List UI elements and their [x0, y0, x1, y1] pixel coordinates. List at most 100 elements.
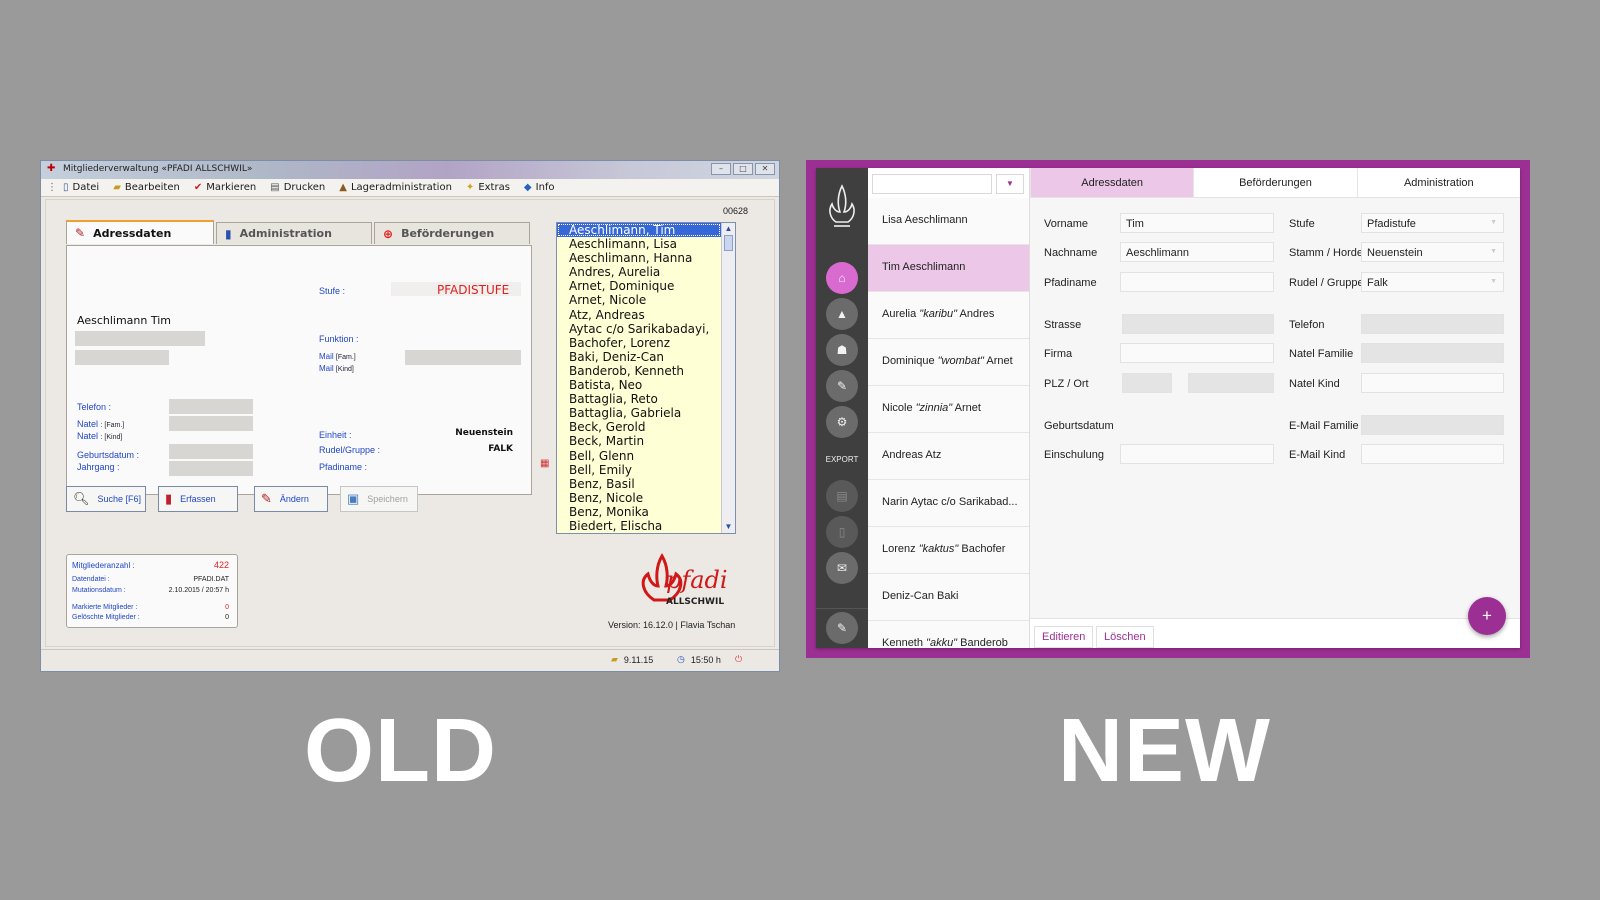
natel-kind-field[interactable]: [1361, 373, 1504, 393]
ort-field[interactable]: [1188, 373, 1274, 393]
member-list-item[interactable]: Benz, Monika: [557, 505, 721, 519]
einschulung-field[interactable]: [1120, 444, 1274, 464]
person-list-item[interactable]: Lorenz "kaktus" Bachofer: [868, 527, 1029, 574]
member-list-item[interactable]: Benz, Basil: [557, 477, 721, 491]
person-list-item[interactable]: Deniz-Can Baki: [868, 574, 1029, 621]
minimize-button[interactable]: –: [711, 163, 731, 175]
mail-icon[interactable]: ✉: [826, 552, 858, 584]
member-list-item[interactable]: Baki, Deniz-Can: [557, 350, 721, 364]
menu-item-bearbeiten[interactable]: ▰ Bearbeiten: [113, 182, 180, 193]
status-exit-icon[interactable]: ⏻: [735, 654, 748, 665]
strasse-field[interactable]: [1122, 314, 1274, 334]
nachname-field[interactable]: Aeschlimann: [1120, 242, 1274, 262]
person-list-item[interactable]: Aurelia "karibu" Andres: [868, 292, 1029, 339]
person-name: Tim Aeschlimann: [882, 261, 966, 273]
delete-button[interactable]: Löschen: [1096, 626, 1154, 648]
tab-administration[interactable]: Administration: [1356, 168, 1520, 197]
old-client-area: 00628 ✎ Adressdaten ▮ Administration ⊕ Befö…: [45, 199, 775, 647]
rudel-select[interactable]: Falk ▼: [1361, 272, 1504, 292]
city-field[interactable]: [75, 350, 169, 365]
member-list-scrollbar[interactable]: ▲ ▼: [721, 223, 735, 533]
person-list-item[interactable]: Dominique "wombat" Arnet: [868, 339, 1029, 386]
stamm-select[interactable]: Neuenstein ▼: [1361, 242, 1504, 262]
member-list-item[interactable]: Battaglia, Reto: [557, 392, 721, 406]
edit-button[interactable]: Editieren: [1034, 626, 1094, 648]
magic-wand-icon[interactable]: ✎: [826, 612, 858, 644]
scroll-thumb[interactable]: [724, 235, 733, 251]
maximize-button[interactable]: □: [733, 163, 753, 175]
street-field[interactable]: [75, 331, 205, 346]
pdf-export-icon[interactable]: ▤: [826, 480, 858, 512]
tab-befoerderungen[interactable]: ⊕ Beförderungen: [374, 222, 530, 244]
menu-item-markieren[interactable]: ✔ Markieren: [194, 182, 256, 193]
member-list-item[interactable]: Atz, Andreas: [557, 308, 721, 322]
email-familie-field[interactable]: [1361, 415, 1504, 435]
mail-field[interactable]: [405, 350, 521, 365]
member-list-item[interactable]: Beck, Martin: [557, 434, 721, 448]
plz-field[interactable]: [1122, 373, 1172, 393]
scroll-up-arrow-icon[interactable]: ▲: [722, 223, 735, 235]
speichern-button[interactable]: ▣ Speichern: [340, 486, 418, 512]
member-list-item[interactable]: Aeschlimann, Lisa: [557, 237, 721, 251]
member-list-item[interactable]: Bachofer, Lorenz: [557, 336, 721, 350]
menu-item-info[interactable]: ◆ Info: [524, 182, 555, 193]
member-list-item[interactable]: Batista, Neo: [557, 378, 721, 392]
member-list-item[interactable]: Biedert, Elischa: [557, 519, 721, 533]
member-list-item[interactable]: Aeschlimann, Hanna: [557, 251, 721, 265]
member-list-item[interactable]: Aeschlimann, Tim: [557, 223, 721, 238]
magic-wand-icon[interactable]: ✎: [826, 370, 858, 402]
telefon-label: Telefon :: [77, 402, 112, 412]
tab-befoerderungen[interactable]: Beförderungen: [1193, 168, 1357, 197]
menu-item-extras[interactable]: ✦ Extras: [466, 182, 510, 193]
email-kind-field[interactable]: [1361, 444, 1504, 464]
member-list-item[interactable]: Beck, Gerold: [557, 420, 721, 434]
group-icon[interactable]: ☗: [826, 334, 858, 366]
tab-adressdaten[interactable]: Adressdaten: [1030, 168, 1194, 197]
pdf-icon[interactable]: ▦: [540, 458, 549, 469]
member-list-item[interactable]: Benz, Nicole: [557, 491, 721, 505]
person-list-item[interactable]: Kenneth "akku" Banderob: [868, 621, 1029, 648]
geburtsdatum-field[interactable]: [169, 444, 253, 459]
vorname-field[interactable]: Tim: [1120, 213, 1274, 233]
tent-icon[interactable]: ▲: [826, 298, 858, 330]
member-list[interactable]: Aeschlimann, Tim Aeschlimann, Lisa Aeschli…: [556, 222, 736, 534]
natel-familie-field[interactable]: [1361, 343, 1504, 363]
member-list-item[interactable]: Arnet, Nicole: [557, 293, 721, 307]
erfassen-button[interactable]: ▮ Erfassen: [158, 486, 238, 512]
menu-item-drucken[interactable]: ▤ Drucken: [270, 182, 325, 193]
member-list-item[interactable]: Bell, Emily: [557, 463, 721, 477]
filter-icon[interactable]: ▼: [996, 174, 1024, 194]
person-list-item[interactable]: Tim Aeschlimann: [868, 245, 1029, 292]
person-list-item[interactable]: Narin Aytac c/o Sarikabad...: [868, 480, 1029, 527]
close-button[interactable]: ✕: [755, 163, 775, 175]
pfadiname-field[interactable]: [1120, 272, 1274, 292]
aendern-button[interactable]: ✎ Ändern: [254, 486, 328, 512]
stufe-select[interactable]: Pfadistufe ▼: [1361, 213, 1504, 233]
settings-icon[interactable]: ⚙: [826, 406, 858, 438]
member-list-item[interactable]: Banderob, Kenneth: [557, 364, 721, 378]
tab-adressdaten[interactable]: ✎ Adressdaten: [66, 220, 214, 244]
document-export-icon[interactable]: ▯: [826, 516, 858, 548]
menu-item-lageradministration[interactable]: ▲ Lageradministration: [339, 182, 452, 193]
member-list-item[interactable]: Bell, Glenn: [557, 449, 721, 463]
person-list-item[interactable]: Andreas Atz: [868, 433, 1029, 480]
member-list-item[interactable]: Arnet, Dominique: [557, 279, 721, 293]
natel-fam-field[interactable]: [169, 416, 253, 431]
scroll-down-arrow-icon[interactable]: ▼: [722, 521, 735, 533]
person-nickname: "wombat": [937, 355, 984, 367]
search-button[interactable]: 🔍︎ Suche [F6]: [66, 486, 146, 512]
tab-administration[interactable]: ▮ Administration: [216, 222, 372, 244]
telefon-field[interactable]: [1361, 314, 1504, 334]
home-icon[interactable]: ⌂: [826, 262, 858, 294]
person-list-item[interactable]: Lisa Aeschlimann: [868, 198, 1029, 245]
member-list-item[interactable]: Andres, Aurelia: [557, 265, 721, 279]
telefon-field[interactable]: [169, 399, 253, 414]
person-list-item[interactable]: Nicole "zinnia" Arnet: [868, 386, 1029, 433]
jahrgang-field[interactable]: [169, 461, 253, 476]
menu-item-datei[interactable]: ▯ Datei: [63, 182, 99, 193]
firma-field[interactable]: [1120, 343, 1274, 363]
member-list-item[interactable]: Aytac c/o Sarikabadayi,: [557, 322, 721, 336]
add-person-button[interactable]: +: [1468, 597, 1506, 635]
search-input[interactable]: [872, 174, 992, 194]
member-list-item[interactable]: Battaglia, Gabriela: [557, 406, 721, 420]
